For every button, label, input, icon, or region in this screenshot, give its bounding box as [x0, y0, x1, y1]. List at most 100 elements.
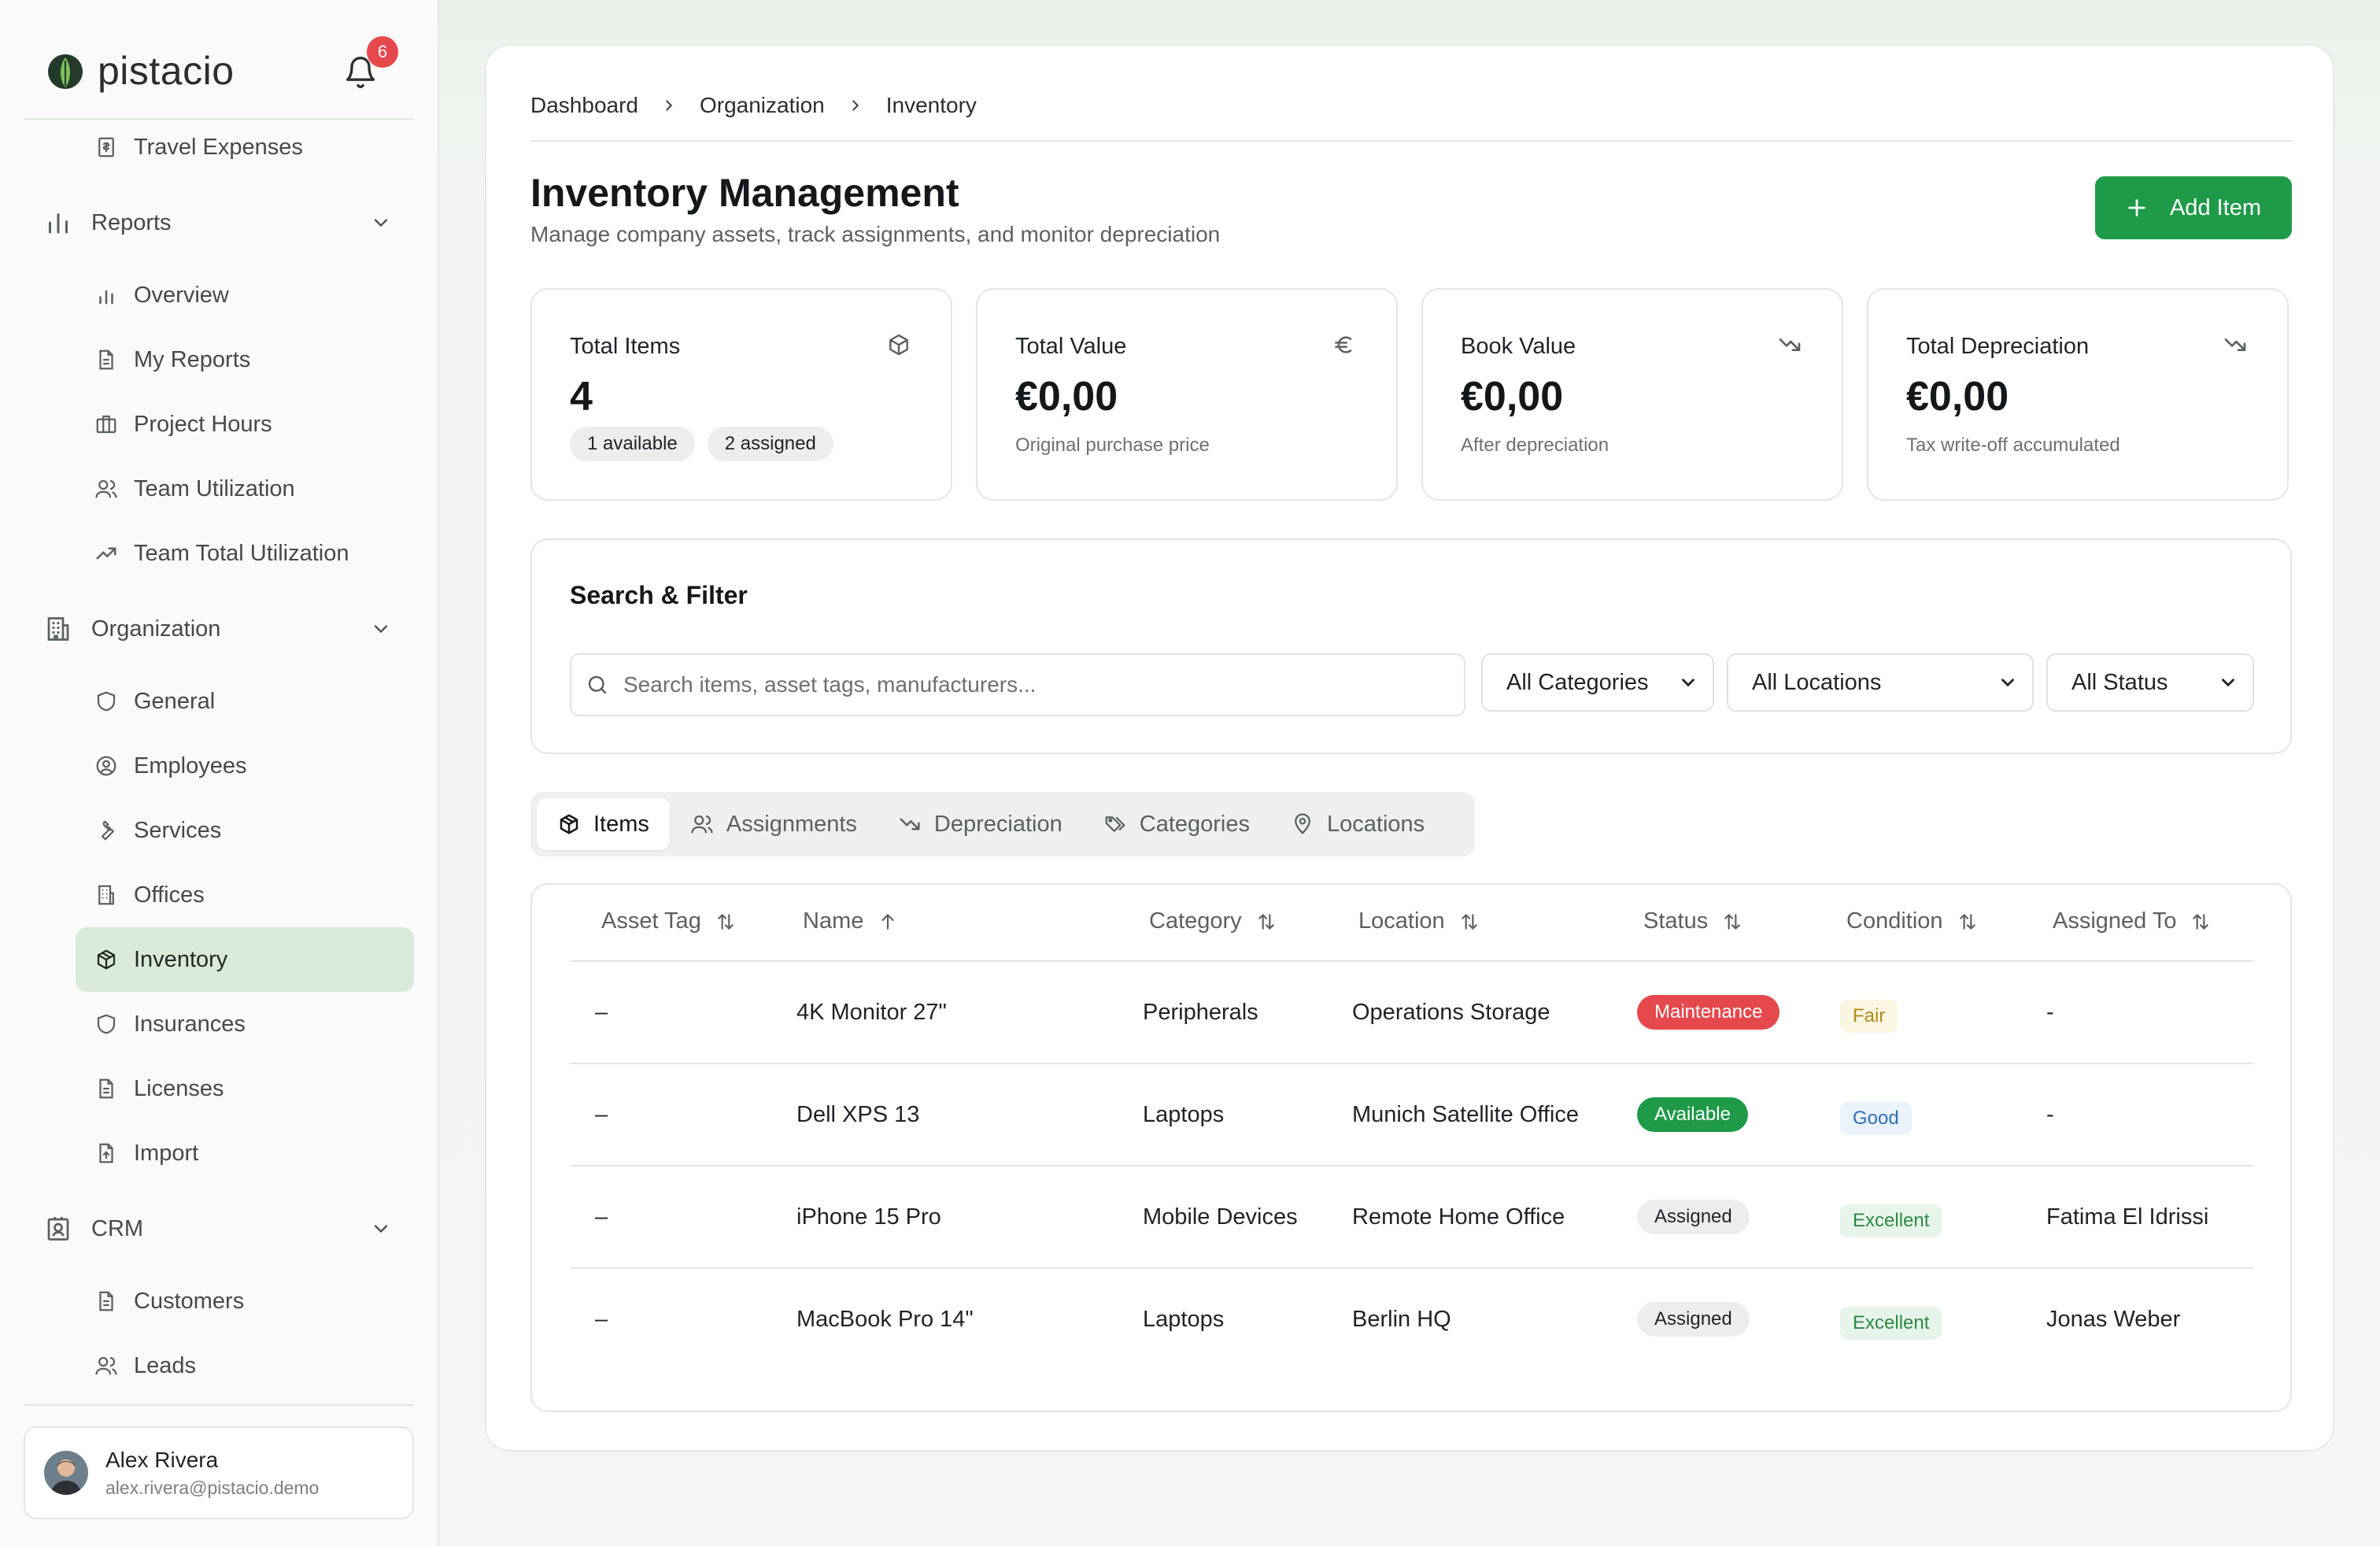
sidebar-item-team-total-utilization[interactable]: Team Total Utilization [76, 521, 414, 586]
cell-asset-tag: – [595, 1000, 608, 1025]
breadcrumb-organization[interactable]: Organization [700, 93, 825, 118]
cell-assigned-to: - [2046, 1000, 2054, 1025]
tab-items[interactable]: Items [537, 798, 670, 850]
sidebar-item-label: Overview [134, 282, 229, 308]
users-icon [95, 1356, 117, 1375]
add-item-label: Add Item [2169, 194, 2262, 220]
sidebar-item-label: Licenses [134, 1075, 224, 1101]
status-select[interactable]: All Status [2046, 653, 2254, 712]
status-badge: Assigned [1637, 1302, 1750, 1337]
status-badge: Available [1637, 1097, 1748, 1132]
sidebar-item-my-reports[interactable]: My Reports [76, 327, 414, 392]
sidebar-item-general[interactable]: General [76, 669, 414, 734]
sidebar-group-organization[interactable]: Organization [24, 597, 414, 661]
column-header-name[interactable]: Name [803, 908, 898, 934]
search-box[interactable] [570, 653, 1465, 716]
cell-assigned-to: Fatima El Idrissi [2046, 1204, 2209, 1230]
tab-depreciation[interactable]: Depreciation [878, 798, 1083, 850]
sidebar-item-project-hours[interactable]: Project Hours [76, 392, 414, 457]
status-badge: Maintenance [1637, 995, 1780, 1030]
column-label: Asset Tag [601, 908, 701, 934]
table-row[interactable]: – Dell XPS 13 Laptops Munich Satellite O… [570, 1064, 2254, 1167]
stat-value: €0,00 [1461, 374, 1564, 420]
sidebar-item-label: Travel Expenses [134, 134, 303, 160]
user-profile-card[interactable]: Alex Rivera alex.rivera@pistacio.demo [24, 1426, 414, 1519]
sidebar-item-inventory[interactable]: Inventory [76, 927, 414, 992]
building-icon [47, 617, 69, 641]
column-header-asset-tag[interactable]: Asset Tag [601, 908, 736, 934]
sidebar-group-label: Reports [91, 209, 172, 235]
tab-label: Categories [1139, 811, 1250, 837]
chevron-down-icon [374, 625, 388, 634]
chevron-down-icon [2222, 679, 2234, 687]
location-select-value: All Locations [1752, 669, 1882, 695]
sidebar-group-reports[interactable]: Reports [24, 190, 414, 255]
chevron-down-icon [374, 219, 388, 227]
column-header-location[interactable]: Location [1358, 908, 1480, 934]
stat-note: Tax write-off accumulated [1906, 435, 2120, 456]
sidebar-item-label: Insurances [134, 1011, 246, 1037]
sidebar-group-crm[interactable]: CRM [24, 1196, 414, 1261]
column-label: Name [803, 908, 864, 934]
chevron-down-icon [2001, 679, 2014, 687]
sidebar-item-leads[interactable]: Leads [76, 1333, 414, 1398]
sidebar-item-overview[interactable]: Overview [76, 263, 414, 327]
column-header-status[interactable]: Status [1643, 908, 1743, 934]
inventory-table: Asset Tag Name Category Location Status … [530, 883, 2292, 1412]
cell-name: 4K Monitor 27" [796, 1000, 947, 1025]
sidebar-item-offices[interactable]: Offices [76, 863, 414, 927]
sidebar-item-customers[interactable]: Customers [76, 1269, 414, 1333]
package-icon [97, 949, 116, 970]
page-subtitle: Manage company assets, track assignments… [530, 222, 1221, 246]
tab-categories[interactable]: Categories [1083, 798, 1270, 850]
search-filter-card: Search & Filter All Categories All Locat… [530, 538, 2292, 754]
stat-pills: 1 available 2 assigned [570, 427, 833, 461]
cell-asset-tag: – [595, 1102, 608, 1127]
sidebar-item-label: Inventory [134, 946, 228, 972]
category-select[interactable]: All Categories [1481, 653, 1714, 712]
sidebar-item-import[interactable]: Import [76, 1121, 414, 1185]
sidebar-item-licenses[interactable]: Licenses [76, 1056, 414, 1121]
breadcrumb-dashboard[interactable]: Dashboard [530, 93, 638, 118]
tab-assignments[interactable]: Assignments [670, 798, 878, 850]
table-row[interactable]: – MacBook Pro 14" Laptops Berlin HQ Assi… [570, 1269, 2254, 1371]
stat-label: Total Value [1015, 334, 1127, 359]
tab-label: Locations [1327, 811, 1425, 837]
brand-name: pistacio [98, 49, 235, 93]
notification-badge: 6 [367, 36, 398, 68]
stat-label: Book Value [1461, 334, 1576, 359]
brand[interactable]: pistacio [46, 46, 235, 96]
file-upload-icon [99, 1143, 113, 1163]
document-icon [99, 350, 113, 370]
column-label: Location [1358, 908, 1445, 934]
sidebar-item-team-utilization[interactable]: Team Utilization [76, 457, 414, 521]
table-row[interactable]: – 4K Monitor 27" Peripherals Operations … [570, 962, 2254, 1064]
stat-card-book-value: Book Value €0,00 After depreciation [1421, 288, 1843, 501]
briefcase-icon [96, 415, 116, 434]
sidebar-item-services[interactable]: Services [76, 798, 414, 863]
search-input[interactable] [623, 672, 1410, 697]
sort-icon [1258, 913, 1274, 930]
sidebar-item-label: Import [134, 1140, 199, 1166]
add-item-button[interactable]: Add Item [2095, 176, 2292, 239]
breadcrumb-inventory: Inventory [885, 93, 977, 117]
sort-ascending-icon [881, 913, 894, 930]
document-icon [99, 1291, 113, 1311]
cell-name: iPhone 15 Pro [796, 1204, 941, 1230]
package-icon [560, 814, 578, 834]
cell-location: Remote Home Office [1352, 1204, 1565, 1230]
stat-label: Total Depreciation [1906, 334, 2090, 359]
table-row[interactable]: – iPhone 15 Pro Mobile Devices Remote Ho… [570, 1167, 2254, 1269]
sidebar-item-label: Project Hours [134, 411, 272, 437]
tab-label: Items [593, 811, 649, 837]
sidebar-item-employees[interactable]: Employees [76, 734, 414, 798]
sidebar-item-travel-expenses[interactable]: Travel Expenses [76, 134, 414, 179]
location-select[interactable]: All Locations [1727, 653, 2034, 712]
column-header-condition[interactable]: Condition [1846, 908, 1978, 934]
column-header-assigned-to[interactable]: Assigned To [2053, 908, 2211, 934]
tab-locations[interactable]: Locations [1270, 798, 1445, 850]
contact-icon [47, 1217, 69, 1241]
stat-value: €0,00 [1906, 374, 2009, 420]
sidebar-item-insurances[interactable]: Insurances [76, 992, 414, 1056]
column-header-category[interactable]: Category [1149, 908, 1277, 934]
